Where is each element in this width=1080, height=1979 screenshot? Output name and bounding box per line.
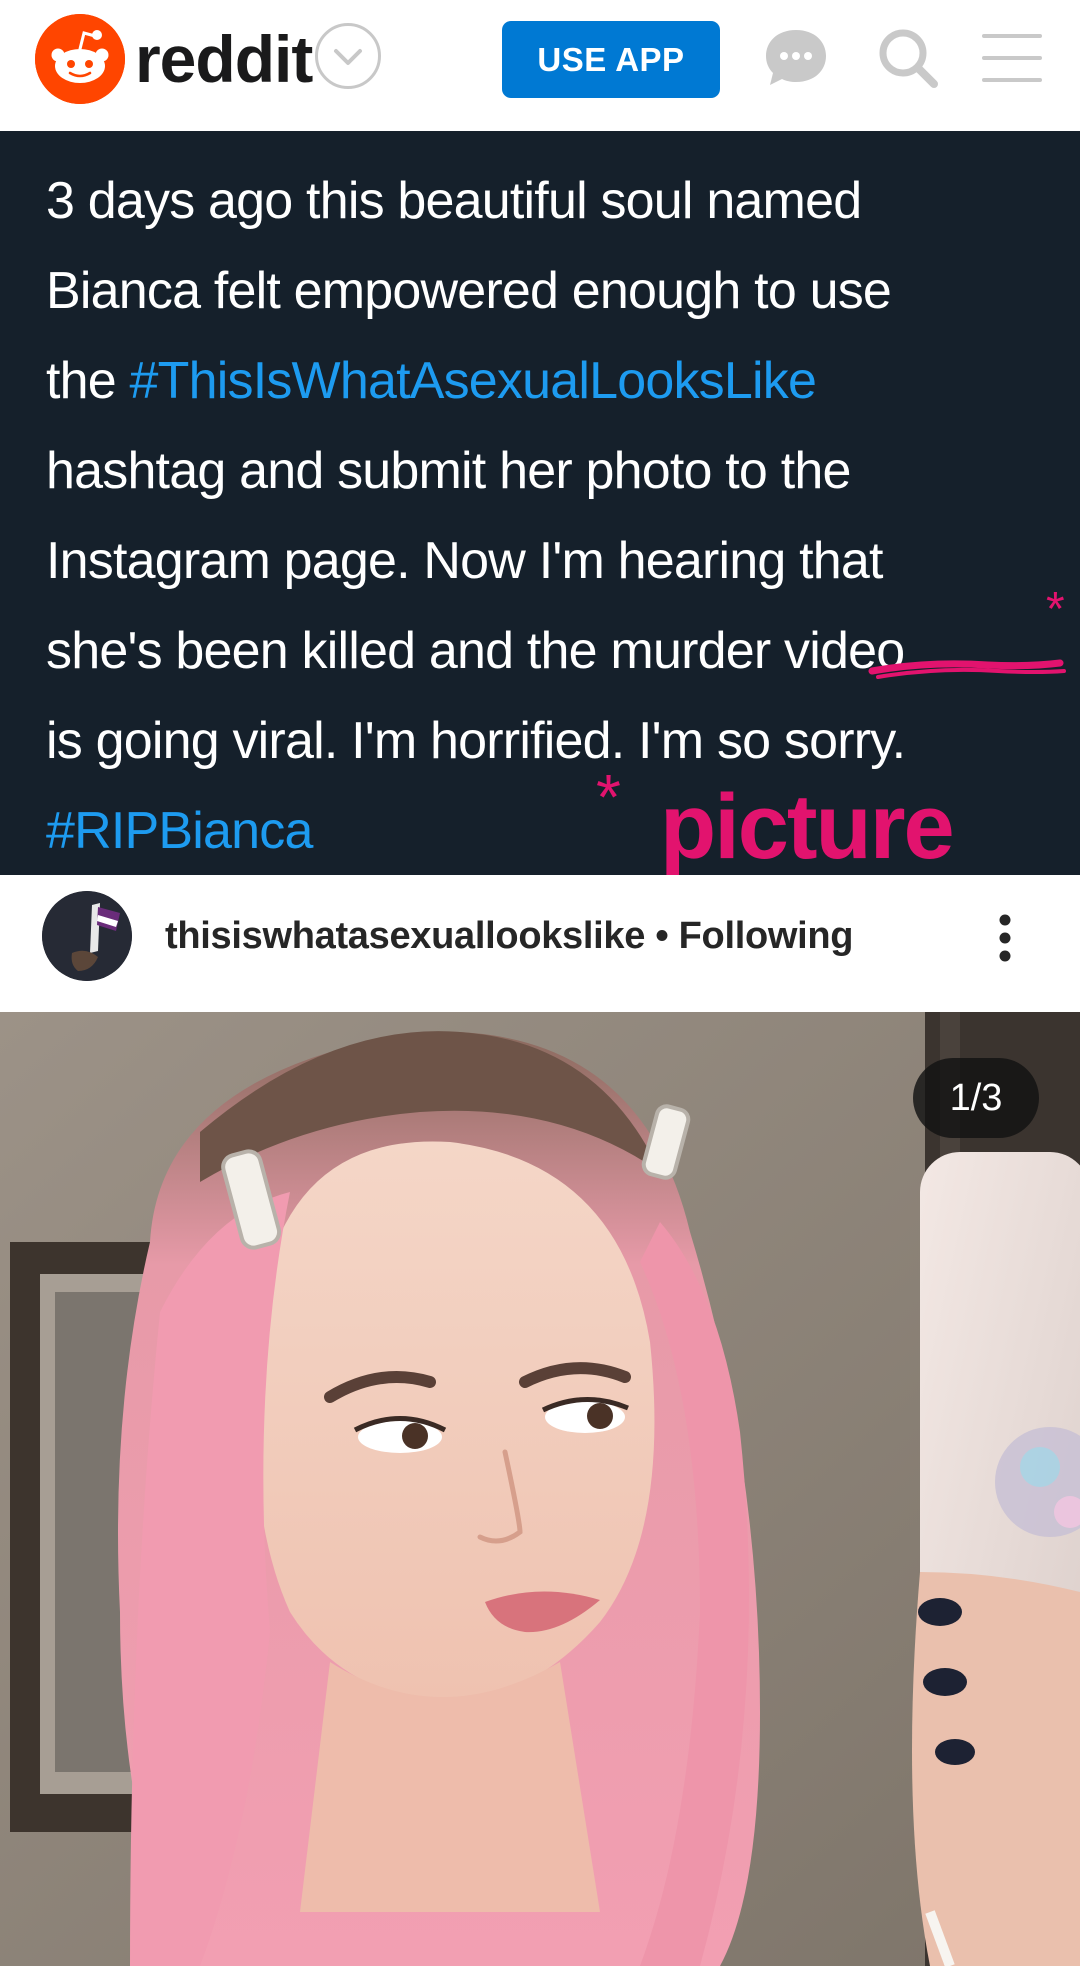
annotation-asterisk: * [1046, 583, 1065, 636]
instagram-user-line: thisiswhatasexuallookslike • Following [165, 912, 854, 960]
username-link[interactable]: thisiswhatasexuallookslike [165, 915, 645, 957]
reddit-logo-icon[interactable] [35, 14, 125, 104]
use-app-button[interactable]: USE APP [502, 21, 720, 98]
avatar[interactable] [42, 891, 132, 981]
tweet-line: Instagram page. Now I'm hearing that [46, 532, 884, 590]
reddit-header: reddit USE APP [0, 0, 1080, 131]
tweet-line: the #ThisIsWhatAsexualLooksLike [46, 351, 817, 411]
search-icon[interactable] [872, 22, 944, 94]
tweet-line: Bianca felt empowered enough to use [46, 262, 892, 320]
tweet-line: 3 days ago this beautiful soul named [46, 172, 862, 230]
tweet-text: the [46, 352, 130, 410]
menu-icon[interactable] [976, 22, 1048, 94]
chat-icon[interactable] [760, 22, 832, 94]
tweet-line: is going viral. I'm horrified. I'm so so… [46, 712, 906, 770]
more-vertical-icon[interactable] [990, 902, 1020, 974]
image-counter: 1/3 [913, 1058, 1039, 1138]
annotation-asterisk: * [596, 761, 621, 833]
tweet-screenshot: 3 days ago this beautiful soul named Bia… [0, 131, 1080, 875]
annotation-word: picture [660, 776, 955, 878]
post-photo[interactable] [0, 1012, 1080, 1966]
hashtag-link[interactable]: #RIPBianca [46, 801, 313, 861]
reddit-wordmark[interactable]: reddit [135, 20, 313, 98]
separator: • [655, 915, 669, 957]
following-button[interactable]: Following [679, 915, 854, 957]
tweet-line: she's been killed and the murder video [46, 621, 905, 681]
strike-scribble [868, 659, 1066, 679]
hashtag-link[interactable]: #ThisIsWhatAsexualLooksLike [130, 352, 817, 410]
tweet-line: hashtag and submit her photo to the [46, 442, 851, 500]
bottom-divider [0, 1966, 1080, 1979]
chevron-down-icon[interactable] [315, 23, 381, 89]
tweet-text: she's been killed and the murder [46, 622, 784, 680]
